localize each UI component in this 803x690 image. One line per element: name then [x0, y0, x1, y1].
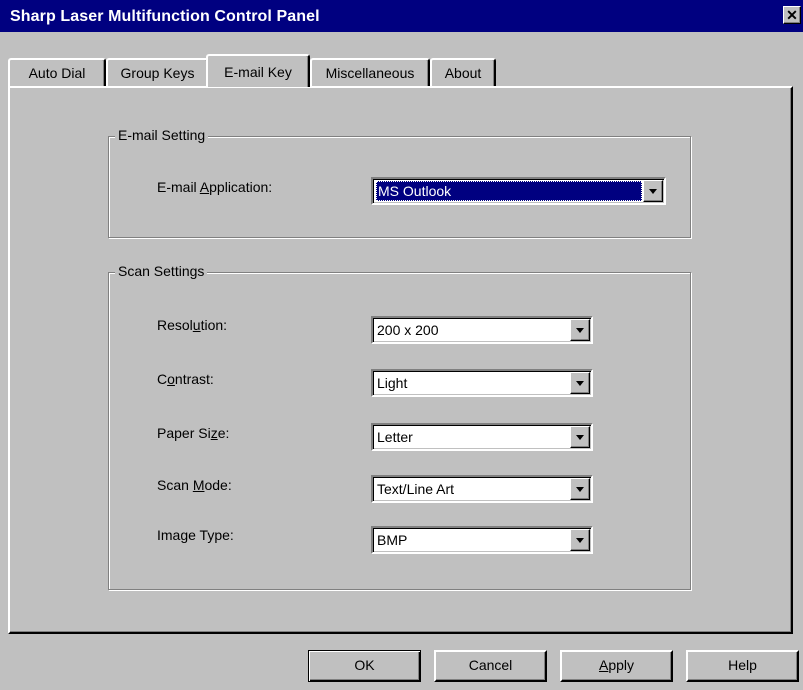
chevron-down-icon[interactable] [643, 180, 663, 202]
email-setting-group: E-mail Setting E-mail Application: MS Ou… [108, 127, 691, 238]
contrast-label: Contrast: [157, 371, 214, 387]
tab-about[interactable]: About [430, 58, 496, 86]
title-bar: Sharp Laser Multifunction Control Panel … [0, 0, 803, 32]
resolution-select[interactable]: 200 x 200 [371, 316, 593, 344]
ok-button[interactable]: OK [308, 650, 421, 682]
tab-email-key[interactable]: E-mail Key [206, 54, 310, 87]
email-setting-group-title: E-mail Setting [115, 127, 209, 143]
resolution-value: 200 x 200 [377, 322, 439, 338]
scan-mode-select[interactable]: Text/Line Art [371, 475, 593, 503]
contrast-value: Light [377, 375, 408, 391]
image-type-value: BMP [377, 532, 408, 548]
chevron-down-icon[interactable] [570, 426, 590, 448]
tab-page-email-key: E-mail Setting E-mail Application: MS Ou… [8, 86, 793, 634]
scan-mode-value: Text/Line Art [377, 481, 455, 497]
email-application-select[interactable]: MS Outlook [371, 177, 666, 205]
tab-miscellaneous[interactable]: Miscellaneous [310, 58, 430, 86]
paper-size-label: Paper Size: [157, 425, 230, 441]
paper-size-value: Letter [377, 429, 413, 445]
scan-mode-label: Scan Mode: [157, 477, 232, 493]
cancel-button[interactable]: Cancel [434, 650, 547, 682]
window-title: Sharp Laser Multifunction Control Panel [10, 8, 320, 25]
help-button[interactable]: Help [686, 650, 799, 682]
chevron-down-icon[interactable] [570, 319, 590, 341]
email-application-value: MS Outlook [376, 181, 642, 201]
chevron-down-icon[interactable] [570, 529, 590, 551]
chevron-down-icon[interactable] [570, 478, 590, 500]
resolution-label: Resolution: [157, 317, 228, 333]
tab-auto-dial[interactable]: Auto Dial [8, 58, 106, 86]
apply-button[interactable]: Apply [560, 650, 673, 682]
email-application-label: E-mail Application: [157, 179, 273, 195]
paper-size-select[interactable]: Letter [371, 423, 593, 451]
chevron-down-icon[interactable] [570, 372, 590, 394]
tab-group-keys[interactable]: Group Keys [106, 58, 209, 86]
scan-settings-group: Scan Settings Resolution: 200 x 200 Cont… [108, 263, 691, 590]
scan-settings-group-title: Scan Settings [115, 263, 208, 279]
image-type-select[interactable]: BMP [371, 526, 593, 554]
contrast-select[interactable]: Light [371, 369, 593, 397]
close-icon[interactable]: ✕ [783, 6, 801, 24]
image-type-label: Image Type: [157, 527, 234, 543]
